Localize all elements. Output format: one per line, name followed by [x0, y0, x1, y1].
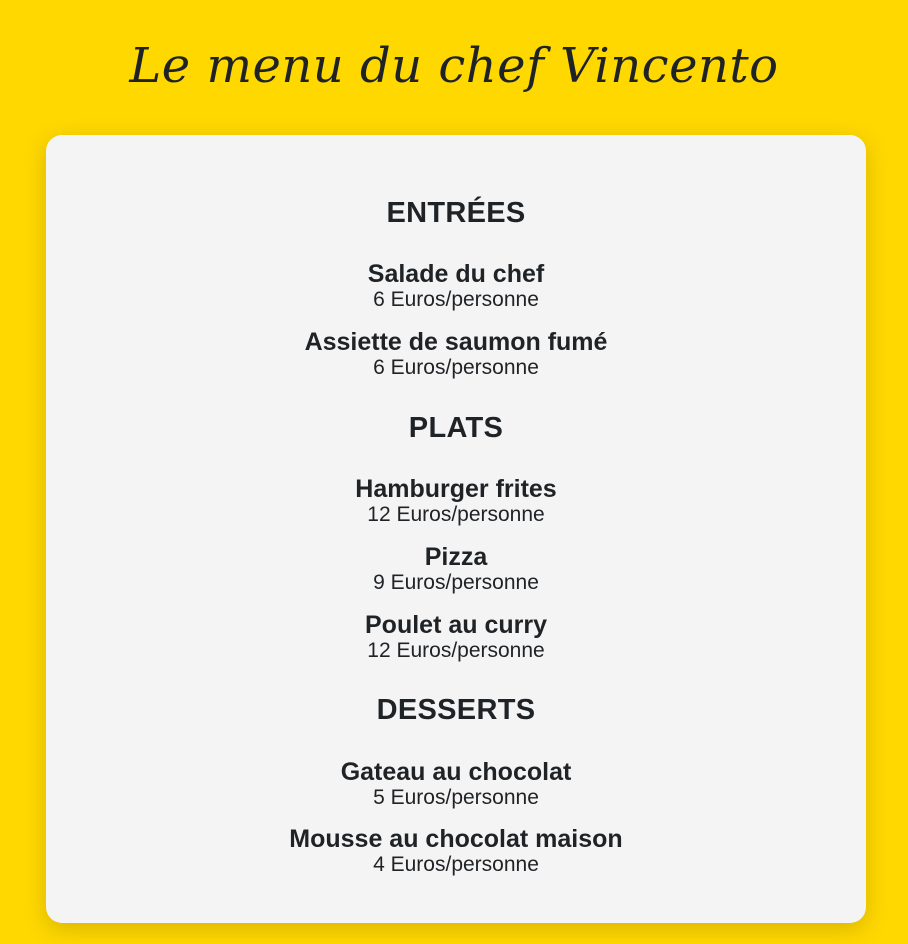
dish-price: 12 Euros/personne	[367, 639, 545, 662]
dish-name: Gateau au chocolat	[340, 758, 572, 786]
dish-item: Assiette de saumon fumé 6 Euros/personne	[46, 328, 866, 380]
dish-price: 9 Euros/personne	[373, 571, 539, 594]
dish-item: Gateau au chocolat 5 Euros/personne	[46, 758, 866, 810]
dish-price: 6 Euros/personne	[373, 288, 539, 311]
dish-price: 5 Euros/personne	[373, 786, 539, 809]
dish-name: Pizza	[424, 543, 488, 571]
section-title-entrees: ENTRÉES	[386, 197, 526, 229]
section-title-plats: PLATS	[408, 412, 504, 444]
dish-price: 12 Euros/personne	[367, 503, 545, 526]
dish-price: 4 Euros/personne	[373, 853, 539, 876]
dish-price: 6 Euros/personne	[373, 356, 539, 379]
dish-name: Hamburger frites	[355, 475, 557, 503]
dish-item: Hamburger frites 12 Euros/personne	[46, 475, 866, 527]
dish-item: Mousse au chocolat maison 4 Euros/person…	[46, 825, 866, 877]
page-title: Le menu du chef Vincento	[129, 38, 779, 94]
dish-name: Mousse au chocolat maison	[289, 825, 623, 853]
section-title-desserts: DESSERTS	[376, 694, 536, 726]
dish-item: Pizza 9 Euros/personne	[46, 543, 866, 595]
dish-name: Assiette de saumon fumé	[304, 328, 608, 356]
dish-name: Salade du chef	[367, 260, 545, 288]
menu-card: ENTRÉES Salade du chef 6 Euros/personne …	[46, 135, 866, 923]
dish-name: Poulet au curry	[365, 611, 547, 639]
dish-item: Poulet au curry 12 Euros/personne	[46, 611, 866, 663]
dish-item: Salade du chef 6 Euros/personne	[46, 260, 866, 312]
